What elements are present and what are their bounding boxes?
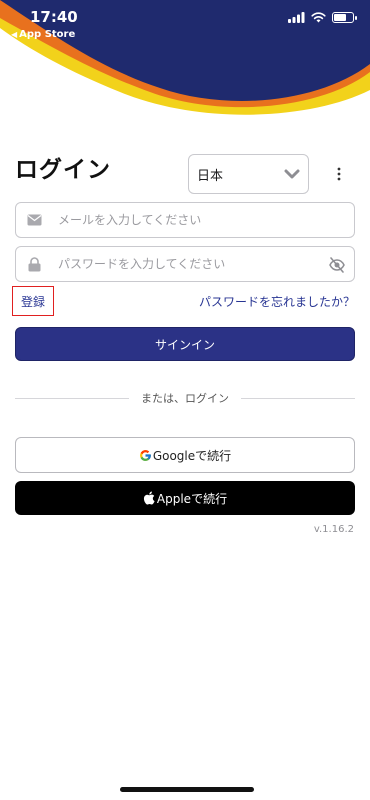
battery-icon bbox=[332, 12, 357, 23]
language-select[interactable]: 日本 bbox=[188, 154, 309, 194]
app-version: v.1.16.2 bbox=[313, 524, 354, 535]
mail-icon bbox=[26, 212, 42, 228]
lock-icon bbox=[26, 256, 42, 272]
google-logo-icon bbox=[139, 449, 151, 461]
google-signin-button[interactable]: Googleで続行 bbox=[15, 437, 355, 473]
or-divider: または、ログイン bbox=[15, 390, 355, 406]
email-input[interactable] bbox=[58, 213, 308, 227]
back-triangle-icon: ◀ bbox=[11, 30, 18, 39]
back-app-label: App Store bbox=[19, 29, 76, 40]
register-highlight[interactable]: 登録 bbox=[12, 286, 54, 316]
signal-icon bbox=[288, 12, 305, 23]
eye-off-icon[interactable] bbox=[328, 256, 346, 274]
sign-in-button[interactable]: サインイン bbox=[15, 327, 355, 361]
more-options-button[interactable] bbox=[330, 162, 348, 186]
divider-line-left bbox=[15, 397, 129, 399]
status-bar: 17:40 ◀ App Store bbox=[0, 0, 370, 44]
more-vertical-icon bbox=[337, 167, 341, 181]
register-link[interactable]: 登録 bbox=[21, 293, 45, 310]
divider-label: または、ログイン bbox=[141, 392, 229, 405]
forgot-password-link[interactable]: パスワードを忘れましたか？ bbox=[199, 293, 355, 310]
home-indicator bbox=[120, 787, 254, 792]
status-icons bbox=[288, 12, 357, 23]
password-input[interactable] bbox=[58, 257, 308, 271]
apple-logo-icon bbox=[143, 491, 155, 505]
page-title: ログイン bbox=[15, 157, 111, 183]
password-field[interactable] bbox=[15, 246, 355, 282]
apple-button-label: Appleで続行 bbox=[156, 491, 228, 506]
chevron-down-icon bbox=[284, 169, 300, 179]
divider-line-right bbox=[241, 397, 355, 399]
email-field[interactable] bbox=[15, 202, 355, 238]
language-value: 日本 bbox=[197, 168, 224, 184]
status-time: 17:40 bbox=[30, 8, 78, 26]
apple-signin-button[interactable]: Appleで続行 bbox=[15, 481, 355, 515]
google-button-label: Googleで続行 bbox=[152, 448, 232, 463]
back-to-app-link[interactable]: ◀ App Store bbox=[11, 29, 75, 40]
wifi-icon bbox=[311, 12, 326, 23]
